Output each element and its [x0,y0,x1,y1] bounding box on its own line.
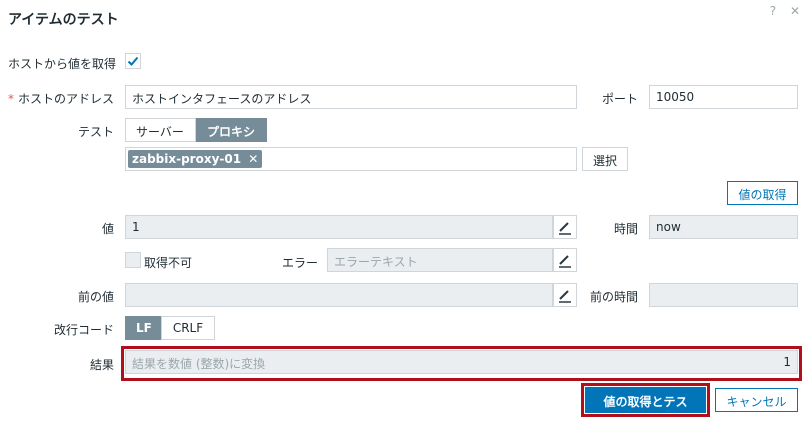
get-value-button[interactable]: 値の取得 [727,181,798,205]
required-mark: * [7,92,14,106]
prev-value-label: 前の値 [77,290,114,304]
time-label: 時間 [613,222,638,236]
eol-label: 改行コード [53,323,114,337]
error-field[interactable]: エラーテキスト [327,248,553,272]
prev-time-field[interactable] [649,283,798,307]
tag-remove-icon[interactable]: ✕ [248,152,258,166]
result-label: 結果 [89,358,114,372]
pencil-icon [559,222,571,235]
pencil-icon [559,255,571,268]
result-highlight-box [121,346,802,381]
dialog-header-icons: ? ✕ [760,4,800,18]
get-from-host-label: ホストから値を取得 [8,57,117,71]
host-address-label-text: ホストのアドレス [17,92,114,106]
value-field[interactable]: 1 [125,215,553,239]
time-field[interactable]: now [649,215,798,239]
select-button[interactable]: 選択 [582,147,628,171]
not-supported-label: 取得不可 [144,256,193,270]
checkmark-icon [127,56,139,66]
primary-button-highlight-box [581,383,710,417]
host-address-label: * ホストのアドレス [0,90,114,107]
segment-lf[interactable]: LF [125,316,161,340]
prev-value-field[interactable] [125,283,553,307]
help-icon[interactable]: ? [770,4,776,18]
close-icon[interactable]: ✕ [790,4,800,18]
segment-crlf[interactable]: CRLF [161,316,215,340]
port-input[interactable]: 10050 [649,85,798,109]
test-label: テスト [77,125,114,139]
segment-server[interactable]: サーバー [125,118,196,142]
dialog-title: アイテムのテスト [8,12,119,28]
host-address-input[interactable]: ホストインタフェースのアドレス [125,85,577,109]
error-label: エラー [281,256,318,270]
segment-proxy[interactable]: プロキシ [196,118,267,142]
port-label: ポート [601,92,638,106]
value-label: 値 [101,222,114,236]
error-edit-button[interactable] [553,248,577,272]
not-supported-checkbox[interactable] [125,252,141,268]
proxy-tag-label: zabbix-proxy-01 [132,152,242,166]
value-edit-button[interactable] [553,215,577,239]
prev-time-label: 前の時間 [589,290,638,304]
proxy-tag: zabbix-proxy-01 ✕ [128,150,263,168]
get-from-host-checkbox[interactable] [125,53,141,69]
cancel-button[interactable]: キャンセル [715,388,798,412]
